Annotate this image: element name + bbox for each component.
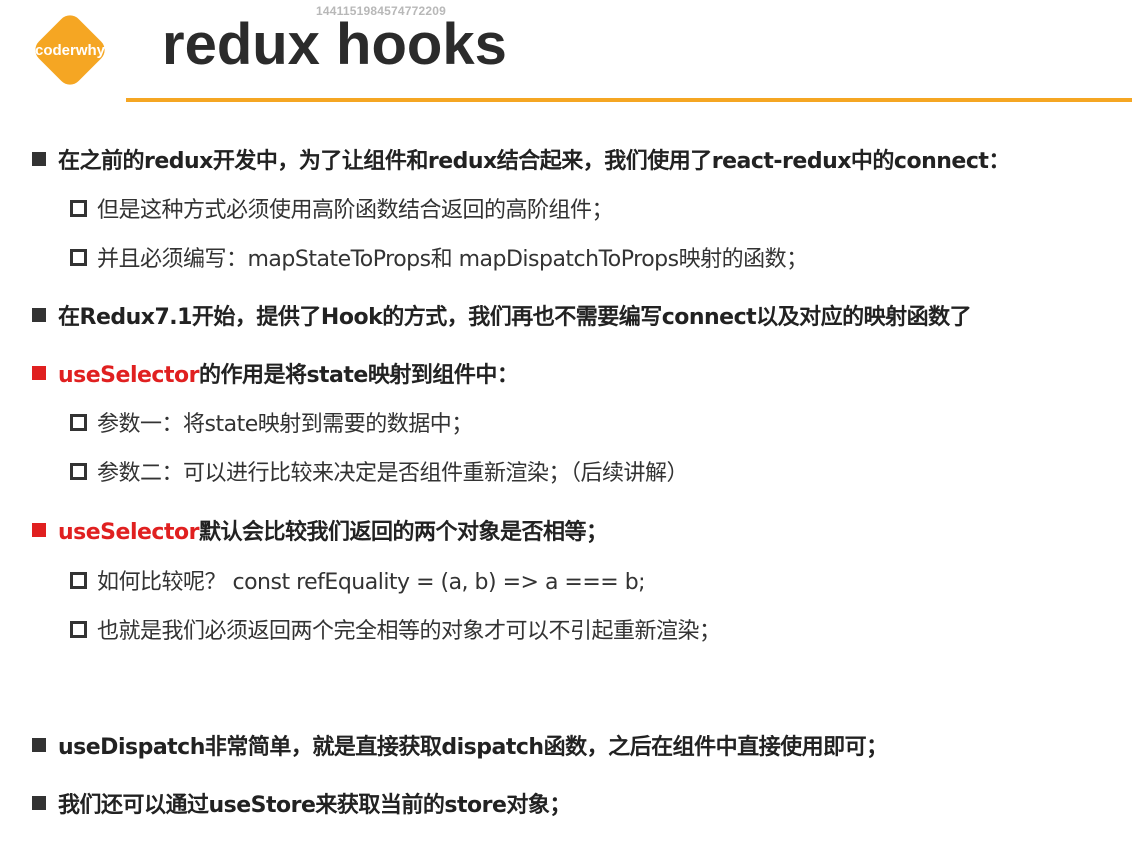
bullet-text: useDispatch非常简单，就是直接获取dispatch函数，之后在组件中直… [58,735,888,760]
bullet-text: useSelector的作用是将state映射到组件中： [58,357,519,389]
hollow-square-bullet-icon [70,413,87,431]
list-item: useDispatch非常简单，就是直接获取dispatch函数，之后在组件中直… [0,729,1132,761]
hollow-square-bullet-icon [70,620,87,638]
hollow-square-bullet-icon [70,199,87,217]
bullet-text: 并且必须编写：mapStateToProps和 mapDispatchToPro… [97,247,808,272]
bullet-text-rest: 的作用是将state映射到组件中： [198,363,519,388]
bullet-text: useSelector默认会比较我们返回的两个对象是否相等； [58,514,608,546]
list-item: useSelector的作用是将state映射到组件中： [0,357,1132,389]
bullet-text: 但是这种方式必须使用高阶函数结合返回的高阶组件； [97,198,614,223]
bullet-text: 在Redux7.1开始，提供了Hook的方式，我们再也不需要编写connect以… [58,305,972,330]
list-item: 并且必须编写：mapStateToProps和 mapDispatchToPro… [0,241,1132,273]
red-square-bullet-icon [32,366,46,380]
red-square-bullet-icon [32,523,46,537]
bullet-text: 我们还可以通过useStore来获取当前的store对象； [58,793,571,818]
list-item: 我们还可以通过useStore来获取当前的store对象； [0,787,1132,819]
bullet-text: 参数一：将state映射到需要的数据中； [97,412,473,437]
bullet-text: 参数二：可以进行比较来决定是否组件重新渲染；（后续讲解） [97,461,689,486]
bullet-text: 在之前的redux开发中，为了让组件和redux结合起来，我们使用了react-… [58,149,1010,174]
list-item: useSelector默认会比较我们返回的两个对象是否相等； [0,514,1132,546]
square-bullet-icon [32,308,46,322]
list-item: 但是这种方式必须使用高阶函数结合返回的高阶组件； [0,192,1132,224]
hollow-square-bullet-icon [70,571,87,589]
slide: 1441151984574772209 coderwhy redux hooks… [0,0,1132,846]
hollow-square-bullet-icon [70,248,87,266]
highlight-term: useSelector [58,520,199,545]
list-item: 参数二：可以进行比较来决定是否组件重新渲染；（后续讲解） [0,455,1132,487]
highlight-term: useSelector [58,363,199,388]
square-bullet-icon [32,796,46,810]
list-item: 如何比较呢？ const refEquality = (a, b) => a =… [0,564,1132,596]
list-item: 在Redux7.1开始，提供了Hook的方式，我们再也不需要编写connect以… [0,299,1132,331]
list-item: 也就是我们必须返回两个完全相等的对象才可以不引起重新渲染； [0,613,1132,645]
list-item: 参数一：将state映射到需要的数据中； [0,406,1132,438]
hollow-square-bullet-icon [70,462,87,480]
bullet-text-rest: 默认会比较我们返回的两个对象是否相等； [198,520,608,545]
bullet-list: 在之前的redux开发中，为了让组件和redux结合起来，我们使用了react-… [0,0,1132,846]
square-bullet-icon [32,738,46,752]
square-bullet-icon [32,152,46,166]
bullet-text: 也就是我们必须返回两个完全相等的对象才可以不引起重新渲染； [97,619,721,644]
list-item: 在之前的redux开发中，为了让组件和redux结合起来，我们使用了react-… [0,143,1132,175]
bullet-text: 如何比较呢？ const refEquality = (a, b) => a =… [97,570,646,595]
